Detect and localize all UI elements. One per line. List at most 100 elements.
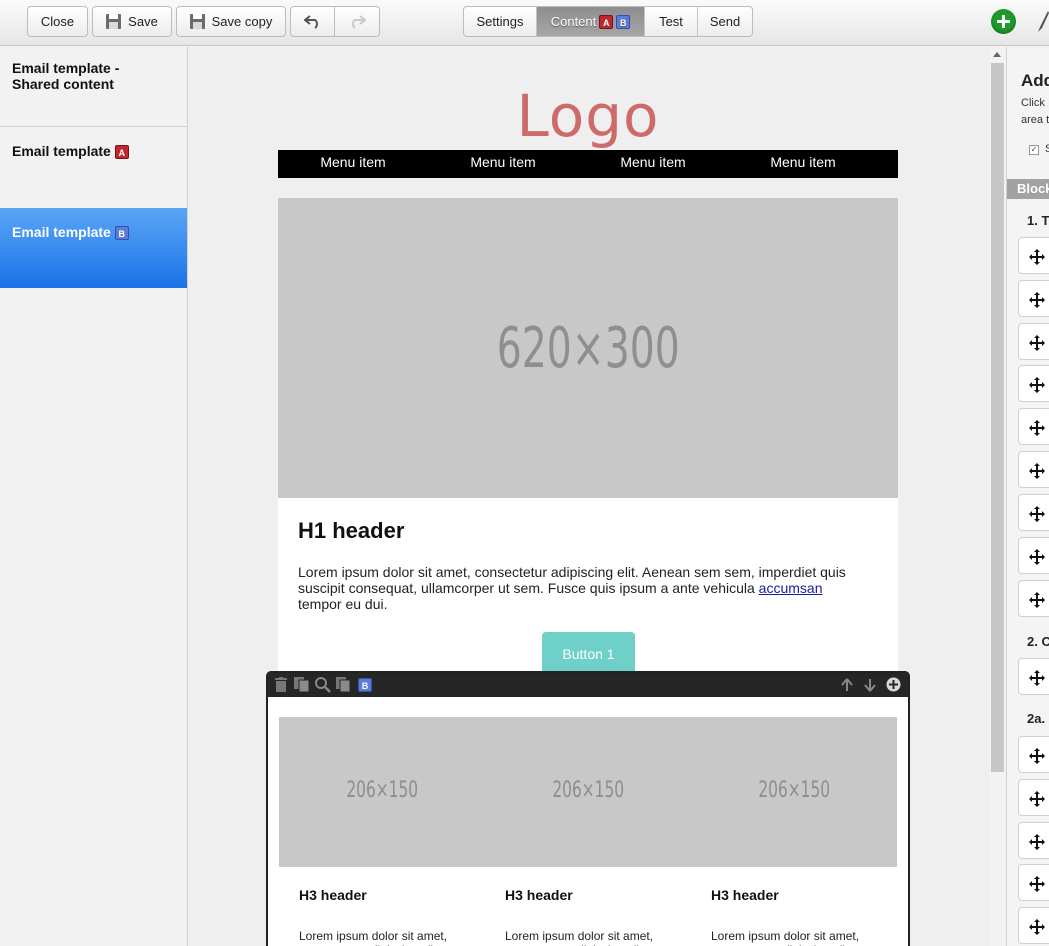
- tab-test[interactable]: Test: [645, 7, 698, 36]
- block-drag-handle[interactable]: [1018, 822, 1049, 859]
- column-text[interactable]: Lorem ipsum dolor sit amet, consectetur …: [505, 929, 685, 946]
- main-tabs: Settings Content A B Test Send: [463, 6, 753, 37]
- column-text[interactable]: Lorem ipsum dolor sit amet, consectetur …: [711, 929, 891, 946]
- three-image-row[interactable]: 206×150 206×150 206×150: [279, 717, 897, 867]
- column-2[interactable]: H3 header Lorem ipsum dolor sit amet, co…: [505, 887, 685, 946]
- save-button-label: Save: [128, 14, 158, 29]
- search-icon[interactable]: [315, 677, 331, 693]
- save-copy-button[interactable]: Save copy: [176, 6, 286, 37]
- block-drag-handle[interactable]: [1018, 907, 1049, 944]
- move-icon: [1029, 377, 1045, 393]
- menu-item[interactable]: Menu item: [428, 150, 578, 178]
- move-down-icon[interactable]: [864, 678, 876, 692]
- scrollbar-thumb[interactable]: [991, 63, 1004, 772]
- logo-text: Logo: [516, 82, 660, 150]
- tab-send[interactable]: Send: [698, 7, 752, 36]
- canvas-scrollbar[interactable]: [990, 47, 1005, 946]
- email-logo[interactable]: Logo: [278, 82, 898, 150]
- trash-icon[interactable]: [275, 677, 287, 692]
- hero-image-placeholder[interactable]: 620×300: [278, 198, 898, 498]
- h3-header[interactable]: H3 header: [711, 887, 891, 903]
- body-paragraph[interactable]: Lorem ipsum dolor sit amet, consectetur …: [298, 564, 868, 612]
- block-drag-handle[interactable]: [1018, 736, 1049, 773]
- move-icon: [1029, 249, 1045, 265]
- move-icon: [1029, 791, 1045, 807]
- save-icon: [106, 14, 122, 29]
- move-icon: [1029, 335, 1045, 351]
- redo-button[interactable]: [335, 6, 380, 37]
- block-drag-handle[interactable]: [1018, 494, 1049, 531]
- tab-test-label: Test: [659, 14, 683, 29]
- tab-content-label: Content: [550, 14, 597, 29]
- block-drag-handle[interactable]: [1018, 323, 1049, 360]
- panel-subtitle-line: Click: [1021, 97, 1045, 109]
- image-placeholder-label: 206×150: [346, 778, 418, 803]
- block-section-title: 2a.: [1027, 711, 1046, 726]
- paste-icon[interactable]: [336, 677, 351, 692]
- block-section-title: 1. T: [1027, 213, 1049, 228]
- scroll-up-icon[interactable]: [993, 52, 1001, 57]
- add-blocks-panel: Add Click area t ✓ S Block 1. T 2. C 2a.: [1006, 47, 1049, 946]
- panel-checkbox[interactable]: ✓: [1029, 145, 1039, 155]
- h3-header[interactable]: H3 header: [505, 887, 685, 903]
- blocks-header: Block: [1007, 179, 1049, 199]
- paragraph-tail: tempor eu dui.: [298, 596, 388, 612]
- move-icon: [1029, 919, 1045, 935]
- close-button-label: Close: [40, 14, 75, 29]
- h3-header[interactable]: H3 header: [299, 887, 479, 903]
- block-drag-handle[interactable]: [1018, 280, 1049, 317]
- image-placeholder-label: 206×150: [758, 778, 830, 803]
- copy-icon[interactable]: [294, 677, 310, 692]
- sidebar-item-shared-content[interactable]: Email template - Shared content: [0, 47, 187, 127]
- save-button[interactable]: Save: [92, 6, 172, 37]
- undo-icon: [303, 14, 318, 29]
- move-up-icon[interactable]: [841, 678, 853, 692]
- tab-settings-label: Settings: [476, 14, 524, 29]
- variant-a-badge: A: [114, 145, 129, 160]
- sidebar-item-label: Email template: [12, 143, 111, 159]
- accumsan-link[interactable]: accumsan: [759, 580, 823, 596]
- image-placeholder[interactable]: 206×150: [279, 778, 485, 803]
- email-menu-bar[interactable]: Menu item Menu item Menu item Menu item: [278, 150, 898, 178]
- undo-button[interactable]: [290, 6, 335, 37]
- block-drag-handle[interactable]: [1018, 658, 1049, 695]
- block-drag-handle[interactable]: [1018, 864, 1049, 901]
- pen-icon[interactable]: [1036, 10, 1049, 34]
- sidebar-item-label: Shared content: [12, 76, 114, 92]
- block-drag-handle[interactable]: [1018, 779, 1049, 816]
- email-button-1[interactable]: Button 1: [542, 632, 635, 676]
- move-icon: [1029, 748, 1045, 764]
- block-drag-handle[interactable]: [1018, 580, 1049, 617]
- tab-content[interactable]: Content A B: [537, 7, 645, 36]
- menu-item[interactable]: Menu item: [578, 150, 728, 178]
- top-toolbar: Close Save Save copy Settings Content A …: [0, 0, 1049, 46]
- menu-item[interactable]: Menu item: [278, 150, 428, 178]
- sidebar-item-label: Email template: [12, 224, 111, 240]
- panel-checkbox-label: S: [1045, 143, 1049, 155]
- menu-item[interactable]: Menu item: [728, 150, 878, 178]
- block-drag-handle[interactable]: [1018, 408, 1049, 445]
- block-drag-handle[interactable]: [1018, 451, 1049, 488]
- variant-b-badge: B: [358, 678, 372, 692]
- move-icon: [1029, 876, 1045, 892]
- block-drag-handle[interactable]: [1018, 537, 1049, 574]
- column-text[interactable]: Lorem ipsum dolor sit amet, consectetur …: [299, 929, 479, 946]
- block-drag-handle[interactable]: [1018, 237, 1049, 274]
- column-3[interactable]: H3 header Lorem ipsum dolor sit amet, co…: [711, 887, 891, 946]
- image-placeholder[interactable]: 206×150: [691, 778, 897, 803]
- close-button[interactable]: Close: [27, 6, 88, 37]
- move-icon: [1029, 549, 1045, 565]
- block-drag-handle[interactable]: [1018, 365, 1049, 402]
- add-icon[interactable]: [991, 9, 1016, 34]
- tab-settings[interactable]: Settings: [464, 7, 537, 36]
- move-icon: [1029, 834, 1045, 850]
- move-icon: [1029, 463, 1045, 479]
- image-placeholder[interactable]: 206×150: [485, 778, 691, 803]
- column-1[interactable]: H3 header Lorem ipsum dolor sit amet, co…: [299, 887, 479, 946]
- selected-three-column-block[interactable]: B 206×150 206×150 206×150 H3 header Lore…: [266, 671, 910, 946]
- add-block-icon[interactable]: [886, 677, 901, 692]
- move-icon: [1029, 292, 1045, 308]
- h1-header[interactable]: H1 header: [298, 518, 404, 544]
- sidebar-item-template-a[interactable]: Email template A: [0, 127, 187, 208]
- sidebar-item-template-b[interactable]: Email template B: [0, 208, 187, 288]
